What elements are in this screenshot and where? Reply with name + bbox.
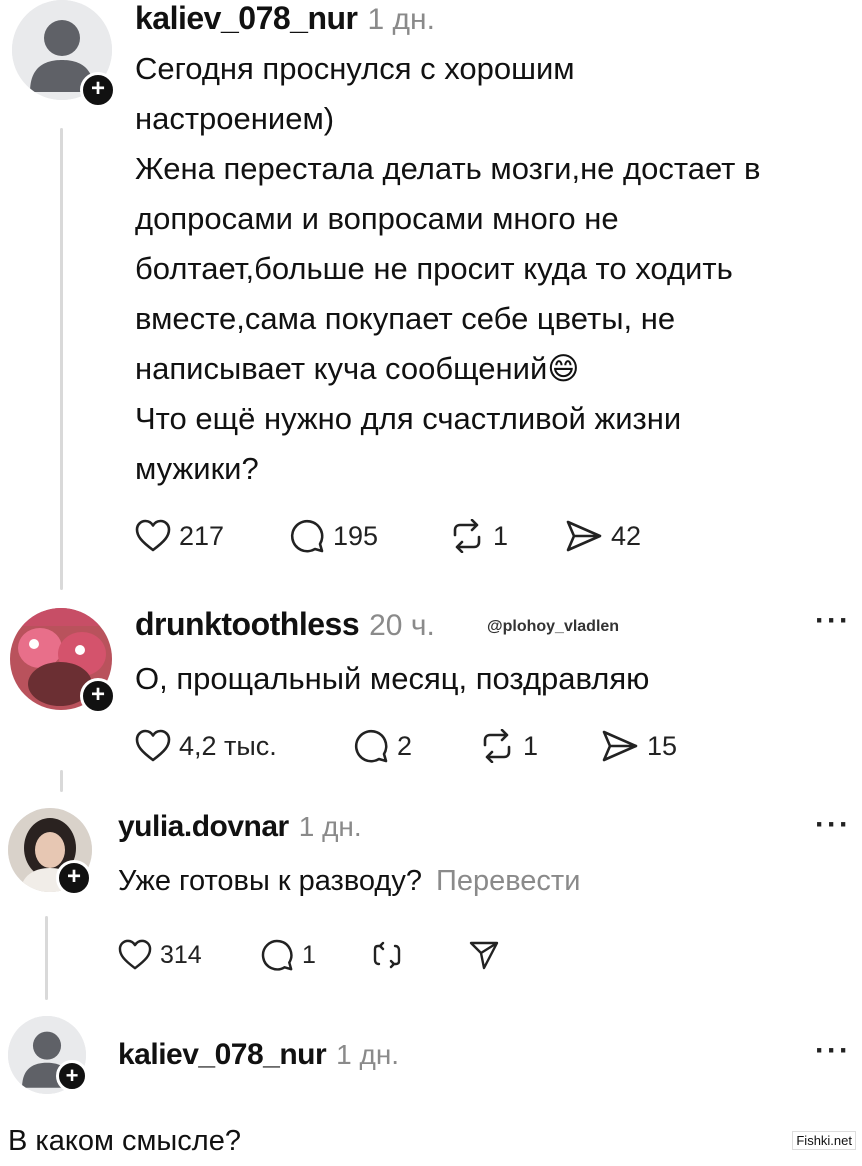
post-text-line: мужики? <box>135 451 259 486</box>
repost-button[interactable] <box>372 940 468 970</box>
comment-button[interactable]: 1 <box>260 938 372 972</box>
repost-count: 1 <box>493 520 509 551</box>
thread-line <box>60 770 63 792</box>
send-icon <box>566 520 602 552</box>
share-button[interactable]: 42 <box>565 519 665 553</box>
post-text: Уже готовы к разводу? Перевести <box>118 856 580 906</box>
post-text-line: Уже готовы к разводу? Перевести <box>118 856 580 906</box>
send-icon <box>602 730 638 762</box>
like-button[interactable]: 217 <box>135 519 289 553</box>
follow-plus-icon[interactable]: + <box>56 1060 88 1092</box>
post-text-line: написывает куча сообщений😄 <box>135 351 580 386</box>
post-text-line: допросами и вопросами много не <box>135 201 619 236</box>
post-username[interactable]: drunktoothless 20 ч. <box>135 606 435 643</box>
post-username[interactable]: kaliev_078_nur 1 дн. <box>118 1038 399 1072</box>
post-text: Сегодня проснулся с хорошим настроением)… <box>135 44 760 494</box>
post-text-line: Сегодня проснулся с хорошим <box>135 51 575 86</box>
post-username[interactable]: kaliev_078_nur 1 дн. <box>135 0 435 37</box>
post-time: 1 дн. <box>298 811 362 842</box>
heart-icon <box>118 939 152 970</box>
comment-icon <box>261 939 293 971</box>
heart-icon <box>135 729 171 762</box>
username-text[interactable]: drunktoothless <box>135 606 360 642</box>
follow-plus-icon[interactable]: + <box>80 678 116 714</box>
username-text[interactable]: kaliev_078_nur <box>135 0 358 36</box>
post-text-line: О, прощальный месяц, поздравляю <box>135 661 650 696</box>
mention-tag[interactable]: @plohoy_vladlen <box>487 618 619 636</box>
like-count: 314 <box>160 940 202 969</box>
comment-count: 1 <box>302 940 316 969</box>
repost-button[interactable]: 1 <box>449 519 565 553</box>
more-icon[interactable]: ··· <box>815 1034 851 1068</box>
repost-count: 1 <box>523 730 539 761</box>
like-button[interactable]: 4,2 тыс. <box>135 729 353 763</box>
username-text[interactable]: yulia.dovnar <box>118 810 289 843</box>
translate-link[interactable]: Перевести <box>436 865 580 897</box>
like-count: 4,2 тыс. <box>179 730 277 761</box>
repost-icon <box>483 729 511 763</box>
thread-line <box>45 916 48 1000</box>
post-time: 1 дн. <box>336 1039 400 1070</box>
post-text-line: болтает,больше не просит куда то ходить <box>135 251 733 286</box>
post-text-line: настроением) <box>135 101 335 136</box>
share-count: 42 <box>611 520 642 551</box>
username-text[interactable]: kaliev_078_nur <box>118 1038 327 1071</box>
repost-icon <box>373 941 401 969</box>
post-time: 20 ч. <box>369 609 435 642</box>
share-button[interactable]: 15 <box>601 729 701 763</box>
post-text: В каком смысле? <box>8 1116 241 1166</box>
post-text: О, прощальный месяц, поздравляю <box>135 654 649 704</box>
comment-count: 2 <box>397 730 413 761</box>
follow-plus-icon[interactable]: + <box>80 72 116 108</box>
post-text-line: вместе,сама покупает себе цветы, не <box>135 301 676 336</box>
watermark: Fishki.net <box>792 1131 856 1150</box>
like-button[interactable]: 314 <box>118 939 260 971</box>
post-text-line: В каком смысле? <box>8 1125 241 1157</box>
thread-line <box>60 128 63 590</box>
post-actions: 217 195 1 42 <box>135 518 665 554</box>
comment-icon <box>290 519 324 553</box>
post-username[interactable]: yulia.dovnar 1 дн. <box>118 810 362 844</box>
post-text-line: Что ещё нужно для счастливой жизни <box>135 401 682 436</box>
send-icon <box>469 941 499 970</box>
share-button[interactable] <box>468 939 528 971</box>
repost-icon <box>453 519 481 553</box>
post-actions: 4,2 тыс. 2 1 15 <box>135 728 701 764</box>
post-time: 1 дн. <box>367 3 435 36</box>
repost-button[interactable]: 1 <box>479 729 601 763</box>
comment-button[interactable]: 2 <box>353 728 479 764</box>
comment-icon <box>354 729 388 763</box>
post-actions: 314 1 <box>118 938 528 972</box>
more-icon[interactable]: ··· <box>815 808 851 842</box>
post-text-line: Жена перестала делать мозги,не достает в <box>135 151 761 186</box>
comment-body: Уже готовы к разводу? <box>118 865 422 897</box>
comment-button[interactable]: 195 <box>289 518 449 554</box>
more-icon[interactable]: ··· <box>815 604 851 638</box>
comment-count: 195 <box>333 520 379 551</box>
like-count: 217 <box>179 520 225 551</box>
heart-icon <box>135 519 171 552</box>
follow-plus-icon[interactable]: + <box>56 860 92 896</box>
share-count: 15 <box>647 730 678 761</box>
